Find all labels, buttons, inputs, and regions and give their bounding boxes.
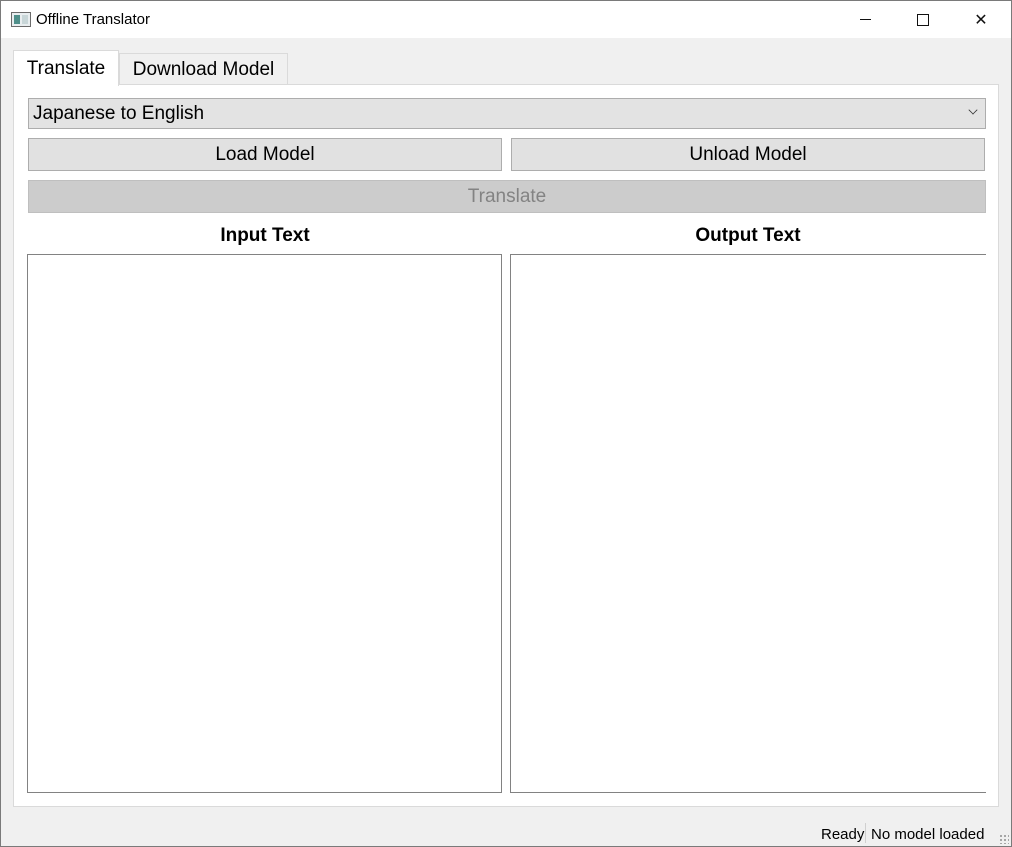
- language-pair-value: Japanese to English: [33, 102, 205, 124]
- chevron-down-icon: [968, 105, 978, 115]
- window-title: Offline Translator: [36, 11, 150, 28]
- load-model-button[interactable]: Load Model: [28, 138, 502, 171]
- main-window: Offline Translator ✕ Translate Download …: [0, 0, 1012, 847]
- unload-model-button[interactable]: Unload Model: [511, 138, 985, 171]
- status-state: Ready: [821, 826, 865, 843]
- input-text-label: Input Text: [220, 225, 310, 246]
- output-text-area[interactable]: [510, 254, 986, 793]
- status-model: No model loaded: [871, 826, 985, 843]
- minimize-icon: [859, 19, 871, 20]
- translate-button[interactable]: Translate: [28, 180, 986, 213]
- app-icon: [11, 12, 31, 27]
- output-text-label: Output Text: [695, 225, 801, 246]
- title-bar[interactable]: Offline Translator ✕: [1, 1, 1011, 38]
- tab-translate[interactable]: Translate: [13, 50, 119, 86]
- close-icon: ✕: [974, 11, 988, 29]
- status-separator: [865, 823, 866, 843]
- tab-download-model[interactable]: Download Model: [119, 53, 288, 85]
- input-text-area[interactable]: [27, 254, 502, 793]
- language-pair-select[interactable]: Japanese to English: [28, 98, 986, 129]
- close-button[interactable]: ✕: [952, 1, 1010, 38]
- translate-panel: Japanese to English Load Model Unload Mo…: [13, 84, 999, 807]
- maximize-button[interactable]: [894, 1, 952, 38]
- status-bar: Ready No model loaded: [1, 819, 1011, 846]
- maximize-icon: [917, 13, 929, 26]
- size-grip-icon[interactable]: [999, 834, 1009, 844]
- minimize-button[interactable]: [836, 1, 894, 38]
